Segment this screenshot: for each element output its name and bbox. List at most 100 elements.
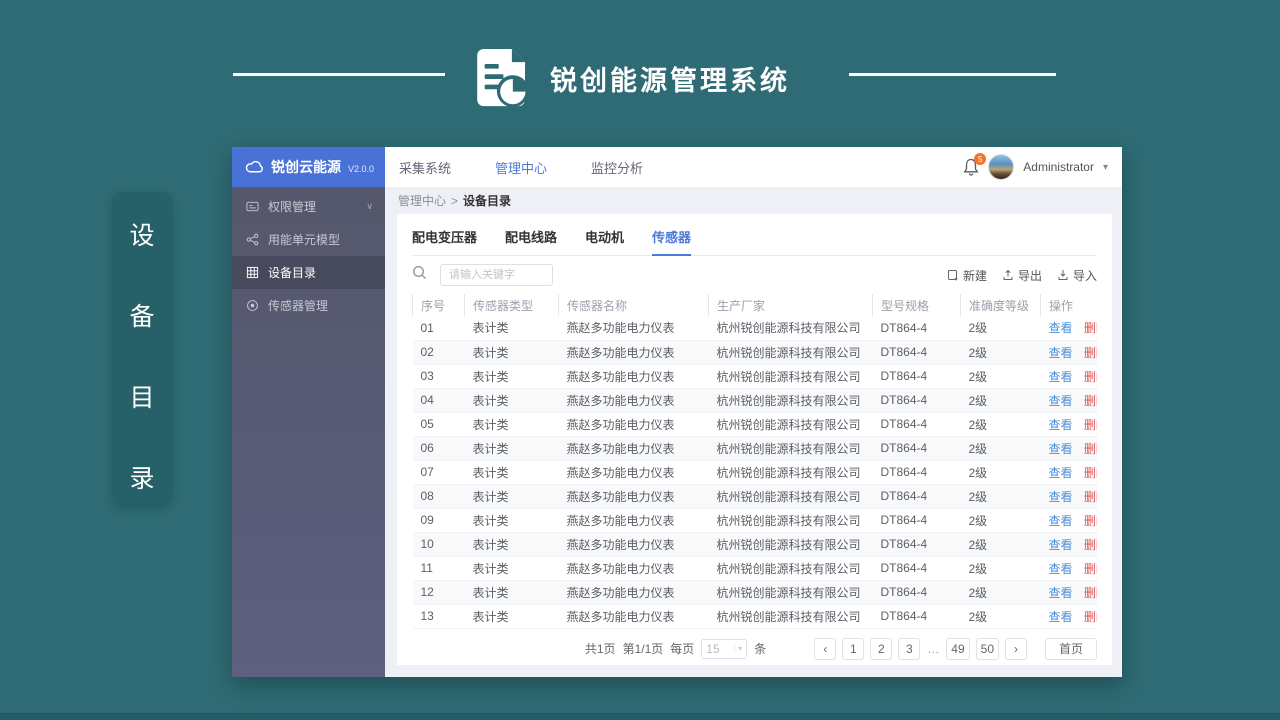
cell-no: 10 [412, 532, 465, 557]
tab-transformer[interactable]: 配电变压器 [412, 227, 477, 256]
cell-manufacturer: 杭州锐创能源科技有限公司 [708, 364, 873, 389]
total-pages-label: 共1页 [584, 642, 616, 656]
cell-name: 燕赵多功能电力仪表 [558, 364, 709, 389]
page-number-button[interactable]: 3 [898, 637, 921, 660]
cell-name: 燕赵多功能电力仪表 [558, 580, 709, 605]
app-title: 锐创能源管理系统 [550, 66, 790, 96]
delete-link[interactable]: 删除 [1084, 346, 1097, 360]
view-link[interactable]: 查看 [1049, 346, 1073, 360]
nav-collection-system[interactable]: 采集系统 [399, 158, 451, 177]
cell-actions: 查看 删除 [1040, 532, 1097, 557]
sidebar-item-sensor-management[interactable]: 传感器管理 [232, 289, 385, 322]
cell-model: DT864-4 [872, 436, 961, 461]
delete-link[interactable]: 删除 [1084, 442, 1097, 456]
view-link[interactable]: 查看 [1049, 442, 1073, 456]
col-header-actions: 操作 [1040, 294, 1097, 316]
new-document-icon [947, 270, 958, 281]
cell-grade: 2级 [960, 532, 1041, 557]
home-page-button[interactable]: 首页 [1045, 637, 1097, 660]
view-link[interactable]: 查看 [1049, 490, 1073, 504]
view-link[interactable]: 查看 [1049, 394, 1073, 408]
spinner-icon[interactable]: ▾ [734, 644, 742, 653]
col-header-manufacturer: 生产厂家 [708, 294, 873, 316]
import-button[interactable]: 导入 [1057, 267, 1097, 284]
col-header-no: 序号 [412, 294, 465, 316]
breadcrumb-parent[interactable]: 管理中心 [398, 192, 446, 209]
sidebar-item-label: 传感器管理 [268, 299, 329, 313]
search-input[interactable] [440, 264, 553, 286]
avatar[interactable] [988, 154, 1015, 180]
cell-name: 燕赵多功能电力仪表 [558, 532, 709, 557]
delete-link[interactable]: 删除 [1084, 562, 1097, 576]
main-area: 采集系统 管理中心 监控分析 5 Administrator ▾ 管理中心 > [385, 147, 1122, 677]
view-link[interactable]: 查看 [1049, 562, 1073, 576]
view-link[interactable]: 查看 [1049, 321, 1073, 335]
bottom-strip [0, 713, 1280, 720]
col-header-model: 型号规格 [872, 294, 961, 316]
delete-link[interactable]: 删除 [1084, 610, 1097, 624]
nav-monitoring-analysis[interactable]: 监控分析 [591, 158, 643, 177]
page-number-button[interactable]: 49 [946, 637, 970, 660]
cell-type: 表计类 [464, 580, 559, 605]
delete-link[interactable]: 删除 [1084, 394, 1097, 408]
page-number-button[interactable]: 1 [842, 637, 865, 660]
cell-manufacturer: 杭州锐创能源科技有限公司 [708, 436, 873, 461]
cell-type: 表计类 [464, 508, 559, 533]
cell-grade: 2级 [960, 508, 1041, 533]
tab-power-line[interactable]: 配电线路 [505, 227, 557, 256]
sidebar-item-permissions[interactable]: 权限管理 ∨ [232, 190, 385, 223]
cell-type: 表计类 [464, 460, 559, 485]
sidebar-item-energy-unit-model[interactable]: 用能单元模型 [232, 223, 385, 256]
next-page-button[interactable]: › [1005, 637, 1027, 660]
cell-type: 表计类 [464, 532, 559, 557]
cell-no: 07 [412, 460, 465, 485]
nav-management-center[interactable]: 管理中心 [495, 158, 547, 177]
view-link[interactable]: 查看 [1049, 514, 1073, 528]
delete-link[interactable]: 删除 [1084, 370, 1097, 384]
topbar: 采集系统 管理中心 监控分析 5 Administrator ▾ [385, 147, 1122, 187]
delete-link[interactable]: 删除 [1084, 321, 1097, 335]
delete-link[interactable]: 删除 [1084, 418, 1097, 432]
delete-link[interactable]: 删除 [1084, 490, 1097, 504]
export-icon [1003, 269, 1013, 280]
page-number-button[interactable]: 2 [870, 637, 893, 660]
page-size-input[interactable]: 15 ▾ [701, 638, 748, 659]
cell-no: 11 [412, 556, 465, 581]
prev-page-button[interactable]: ‹ [814, 637, 837, 660]
caret-down-icon[interactable]: ▾ [1103, 162, 1108, 173]
cell-actions: 查看 删除 [1040, 460, 1097, 485]
tab-sensor[interactable]: 传感器 [652, 227, 692, 256]
view-link[interactable]: 查看 [1049, 538, 1073, 552]
cell-model: DT864-4 [872, 484, 961, 509]
page-number-button[interactable]: 50 [975, 637, 999, 660]
new-button[interactable]: 新建 [947, 267, 987, 284]
notification-bell-icon[interactable]: 5 [963, 153, 987, 176]
delete-link[interactable]: 删除 [1084, 586, 1097, 600]
delete-link[interactable]: 删除 [1084, 514, 1097, 528]
search-icon[interactable] [412, 265, 427, 285]
view-link[interactable]: 查看 [1049, 466, 1073, 480]
chevron-down-icon: ∨ [366, 201, 373, 211]
cell-grade: 2级 [960, 604, 1041, 629]
sensor-table: 序号 传感器类型 传感器名称 生产厂家 型号规格 准确度等级 操作 01 表计类… [412, 294, 1097, 629]
tab-motor[interactable]: 电动机 [585, 227, 624, 256]
cell-no: 13 [412, 604, 465, 629]
delete-link[interactable]: 删除 [1084, 538, 1097, 552]
cell-model: DT864-4 [872, 604, 961, 629]
sidebar-item-label: 设备目录 [268, 266, 317, 280]
export-button[interactable]: 导出 [1002, 267, 1042, 284]
toolbar-actions: 新建 导出 导入 [947, 267, 1097, 284]
cell-actions: 查看 删除 [1040, 412, 1097, 437]
view-link[interactable]: 查看 [1049, 610, 1073, 624]
view-link[interactable]: 查看 [1049, 586, 1073, 600]
cell-model: DT864-4 [872, 556, 961, 581]
app-window: 锐创云能源 V2.0.0 权限管理 ∨ 用能单元模型 设备目录 传感器管理 采集… [232, 147, 1122, 677]
document-refresh-icon [477, 48, 529, 108]
sidebar-item-device-catalog[interactable]: 设备目录 [232, 256, 385, 289]
table-row: 04 表计类 燕赵多功能电力仪表 杭州锐创能源科技有限公司 DT864-4 2级… [412, 388, 1097, 413]
cell-actions: 查看 删除 [1040, 436, 1097, 461]
view-link[interactable]: 查看 [1049, 418, 1073, 432]
view-link[interactable]: 查看 [1049, 370, 1073, 384]
cell-type: 表计类 [464, 436, 559, 461]
delete-link[interactable]: 删除 [1084, 466, 1097, 480]
